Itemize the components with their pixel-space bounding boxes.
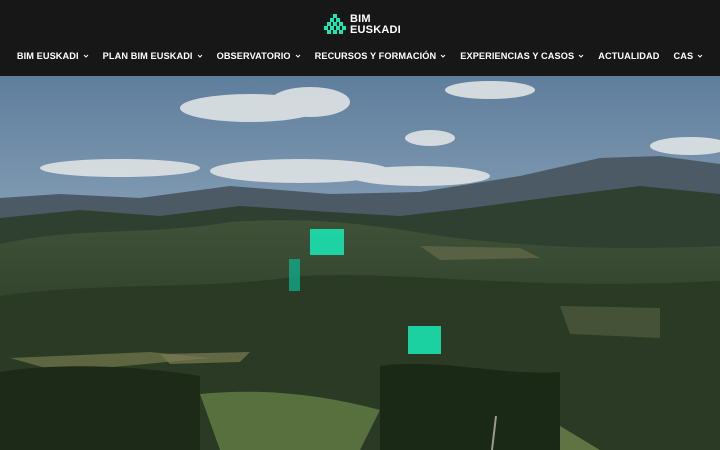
nav-item-label: RECURSOS Y FORMACIÓN bbox=[314, 51, 437, 61]
accent-square bbox=[289, 259, 300, 291]
nav-item-label: CAS bbox=[673, 51, 694, 61]
chevron-down-icon bbox=[440, 54, 446, 58]
chevron-down-icon bbox=[578, 54, 584, 58]
nav-item-bim-euskadi[interactable]: BIM EUSKADI bbox=[17, 51, 89, 61]
nav-item-label: ACTUALIDAD bbox=[598, 51, 660, 61]
nav-item-plan-bim-euskadi[interactable]: PLAN BIM EUSKADI bbox=[103, 51, 203, 61]
chevron-down-icon bbox=[197, 54, 202, 58]
main-nav: BIM EUSKADI PLAN BIM EUSKADI OBSERVATORI… bbox=[0, 46, 720, 66]
nav-item-label: OBSERVATORIO bbox=[216, 51, 291, 61]
chevron-down-icon bbox=[697, 54, 703, 58]
nav-item-language[interactable]: CAS bbox=[673, 51, 703, 61]
landscape-illustration bbox=[0, 76, 720, 450]
nav-item-label: PLAN BIM EUSKADI bbox=[102, 51, 193, 61]
accent-square bbox=[408, 326, 441, 354]
nav-item-label: EXPERIENCIAS Y CASOS bbox=[460, 51, 575, 61]
nav-item-recursos-formacion[interactable]: RECURSOS Y FORMACIÓN bbox=[315, 51, 447, 61]
chevron-down-icon bbox=[295, 54, 300, 58]
chevron-down-icon bbox=[83, 54, 89, 58]
checkered-triangle-logo-icon bbox=[324, 14, 346, 34]
nav-item-label: BIM EUSKADI bbox=[16, 51, 79, 61]
site-logo[interactable]: BIM EUSKADI bbox=[324, 13, 401, 37]
nav-item-observatorio[interactable]: OBSERVATORIO bbox=[217, 51, 301, 61]
nav-item-experiencias-casos[interactable]: EXPERIENCIAS Y CASOS bbox=[460, 51, 584, 61]
nav-item-actualidad[interactable]: ACTUALIDAD bbox=[598, 51, 659, 61]
site-header: BIM EUSKADI BIM EUSKADI PLAN BIM EUSKADI… bbox=[0, 0, 720, 76]
accent-square bbox=[310, 229, 344, 255]
logo-wordmark: BIM EUSKADI bbox=[350, 14, 401, 36]
hero-landscape-image bbox=[0, 76, 720, 450]
logo-line-2: EUSKADI bbox=[350, 24, 401, 36]
